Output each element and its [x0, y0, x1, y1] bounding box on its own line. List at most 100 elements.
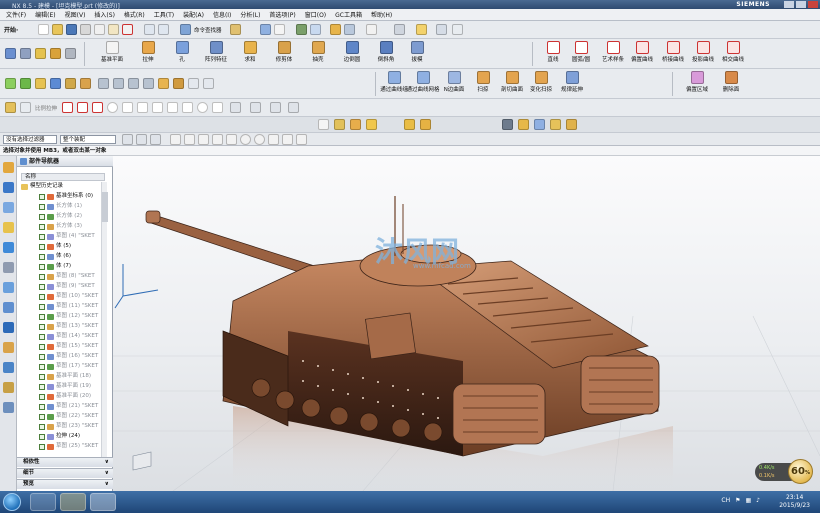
ellipse-icon[interactable] — [197, 102, 208, 113]
history-row[interactable]: 基准平面 (20) — [39, 392, 91, 401]
bridge-curve-button[interactable]: 桥接曲线 — [656, 41, 690, 63]
assembly-navigator-icon[interactable] — [3, 162, 14, 173]
save-wcs-icon[interactable] — [566, 119, 577, 130]
visibility-checkbox[interactable] — [39, 273, 45, 280]
visibility-checkbox[interactable] — [39, 323, 45, 330]
redo-icon[interactable] — [158, 24, 169, 35]
history-row[interactable]: 草图 (8) "SKET — [39, 272, 95, 281]
taskbar-explorer-icon[interactable] — [60, 493, 86, 511]
draft-button[interactable]: 拔模 — [400, 41, 434, 63]
snap-on-face-icon[interactable] — [296, 134, 307, 145]
history-icon[interactable] — [3, 282, 14, 293]
snap-intersection-icon[interactable] — [173, 78, 184, 89]
render-style-icon[interactable] — [310, 24, 321, 35]
minimize-button[interactable] — [784, 1, 794, 8]
cut-icon[interactable] — [80, 24, 91, 35]
pencil-icon[interactable] — [20, 48, 31, 59]
menu-file[interactable]: 文件(F) — [6, 10, 26, 19]
snap-circle-icon[interactable] — [254, 134, 265, 145]
select-feature-icon[interactable] — [20, 78, 31, 89]
history-row[interactable]: 基准平面 (18) — [39, 372, 91, 381]
taskbar-nx-icon[interactable] — [90, 493, 116, 511]
roles-icon[interactable] — [3, 362, 14, 373]
deselect-icon[interactable] — [136, 134, 147, 145]
volume-icon[interactable]: ♪ — [756, 497, 760, 504]
history-row[interactable]: 长方体 (2) — [39, 212, 82, 221]
menu-edit[interactable]: 编辑(E) — [35, 10, 55, 19]
tree-root[interactable]: 模型历史记录 — [21, 182, 63, 191]
snap-icon[interactable] — [366, 24, 377, 35]
history-row[interactable]: 体 (5) — [39, 242, 71, 251]
history-row[interactable]: 草图 (25) "SKET — [39, 442, 98, 451]
menu-gc-toolkit[interactable]: GC工具箱 — [335, 10, 362, 19]
snap-cross-icon[interactable] — [268, 134, 279, 145]
sketch-line-icon[interactable] — [77, 102, 88, 113]
history-row[interactable]: 体 (7) — [39, 262, 71, 271]
edge-blend-button[interactable]: 边倒圆 — [335, 41, 369, 63]
snap-point-icon[interactable] — [98, 78, 109, 89]
part-navigator-icon[interactable] — [3, 202, 14, 213]
blend-icon[interactable] — [35, 48, 46, 59]
selection-filter-icon[interactable] — [5, 78, 16, 89]
hd3d-tools-icon[interactable] — [3, 242, 14, 253]
history-row[interactable]: 草图 (11) "SKET — [39, 302, 98, 311]
preview-panel[interactable]: 预览 ∨ — [17, 479, 113, 489]
snap-endpoint-icon[interactable] — [198, 134, 209, 145]
save-icon[interactable] — [66, 24, 77, 35]
details-panel[interactable]: 细节 ∨ — [17, 468, 113, 478]
visibility-checkbox[interactable] — [39, 223, 45, 230]
visibility-checkbox[interactable] — [39, 283, 45, 290]
show-hide-icon[interactable] — [404, 119, 415, 130]
extrude-button[interactable]: 拉伸 — [131, 41, 165, 63]
visibility-checkbox[interactable] — [39, 203, 45, 210]
visibility-checkbox[interactable] — [39, 303, 45, 310]
visibility-checkbox[interactable] — [39, 443, 45, 450]
command-finder-icon[interactable] — [180, 24, 191, 35]
delete-face-button[interactable]: 删除面 — [714, 71, 748, 93]
history-row[interactable]: 草图 (17) "SKET — [39, 362, 98, 371]
visibility-checkbox[interactable] — [39, 373, 45, 380]
orient-wcs-icon[interactable] — [534, 119, 545, 130]
menu-window[interactable]: 窗口(O) — [305, 10, 326, 19]
through-curve-mesh-button[interactable]: 通过曲线网格 — [406, 71, 440, 93]
system-scenes-icon[interactable] — [3, 382, 14, 393]
select-edge-icon[interactable] — [65, 78, 76, 89]
visibility-checkbox[interactable] — [39, 253, 45, 260]
offset-region-button[interactable]: 偏置区域 — [680, 71, 714, 93]
visibility-checkbox[interactable] — [39, 413, 45, 420]
variational-sweep-button[interactable]: 变化扫掠 — [524, 71, 558, 93]
history-row[interactable]: 拉伸 (24) — [39, 432, 80, 441]
history-row[interactable]: 草图 (12) "SKET — [39, 312, 98, 321]
snap-perpendicular-icon[interactable] — [203, 78, 214, 89]
view-orient-icon[interactable] — [260, 24, 271, 35]
fit-view-icon[interactable] — [274, 24, 285, 35]
history-row[interactable]: 体 (6) — [39, 252, 71, 261]
navigator-pin-icon[interactable] — [20, 158, 27, 165]
history-row[interactable]: 草图 (14) "SKET — [39, 332, 98, 341]
snap-mid-icon[interactable] — [128, 78, 139, 89]
history-row[interactable]: 基准平面 (19) — [39, 382, 91, 391]
intersection-curve-button[interactable]: 相交曲线 — [716, 41, 750, 63]
shading-icon[interactable] — [296, 24, 307, 35]
hide-icon[interactable] — [420, 119, 431, 130]
navigator-scrollbar[interactable] — [101, 182, 108, 462]
pattern-feature-button[interactable]: 阵列特征 — [199, 41, 233, 63]
new-file-icon[interactable] — [38, 24, 49, 35]
layer-icon[interactable] — [330, 24, 341, 35]
tank-model[interactable] — [113, 156, 820, 491]
make-corner-icon[interactable] — [288, 102, 299, 113]
web-browser-icon[interactable] — [3, 262, 14, 273]
toolbar-options-icon[interactable] — [436, 24, 447, 35]
palette-tab-icon[interactable] — [3, 402, 14, 413]
law-extension-button[interactable]: 规律延伸 — [555, 71, 589, 93]
scale-icon[interactable] — [20, 102, 31, 113]
point-icon[interactable] — [182, 102, 193, 113]
snap-on-curve-icon[interactable] — [282, 134, 293, 145]
edit-object-icon[interactable] — [350, 119, 361, 130]
command-finder-label[interactable]: 命令查找器 — [194, 26, 222, 34]
project-curve-button[interactable]: 投影曲线 — [686, 41, 720, 63]
visibility-checkbox[interactable] — [39, 333, 45, 340]
input-language[interactable]: CH — [721, 497, 730, 504]
history-row[interactable]: 草图 (13) "SKET — [39, 322, 98, 331]
close-button[interactable] — [808, 1, 818, 8]
